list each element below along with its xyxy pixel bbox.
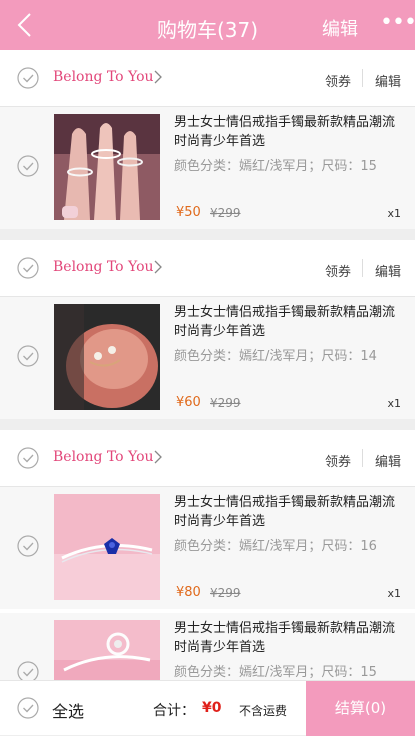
original-price: ¥299 <box>210 206 241 220</box>
shop-check-icon[interactable] <box>17 67 39 89</box>
product-image[interactable] <box>54 114 160 220</box>
coupon-button[interactable]: 领券 <box>325 261 351 280</box>
shop-edit-button[interactable]: 编辑 <box>375 71 401 90</box>
select-all-label[interactable]: 全选 <box>52 698 84 722</box>
total-label: 合计： <box>153 703 195 719</box>
product-title[interactable]: 男士女士情侣戒指手镯最新款精品潮流时尚青少年首选 <box>174 493 402 531</box>
product-attributes: 颜色分类：嫣红/浅军月；尺码：14 <box>174 349 377 364</box>
product-attributes: 颜色分类：嫣红/浅军月；尺码：15 <box>174 665 377 680</box>
cart-item[interactable]: 男士女士情侣戒指手镯最新款精品潮流时尚青少年首选 颜色分类：嫣红/浅军月；尺码：… <box>0 107 415 229</box>
item-check-icon[interactable] <box>17 535 39 557</box>
select-all-check-icon[interactable] <box>17 697 39 719</box>
divider <box>362 69 363 87</box>
cart-item[interactable]: 男士女士情侣戒指手镯最新款精品潮流时尚青少年首选 颜色分类：嫣红/浅军月；尺码：… <box>0 297 415 419</box>
edit-button[interactable]: 编辑 <box>322 15 358 41</box>
shop-check-icon[interactable] <box>17 447 39 469</box>
product-title[interactable]: 男士女士情侣戒指手镯最新款精品潮流时尚青少年首选 <box>174 113 402 151</box>
coupon-button[interactable]: 领券 <box>325 451 351 470</box>
checkout-button[interactable]: 结算(0) <box>306 681 415 736</box>
product-image[interactable] <box>54 494 160 600</box>
checkout-bar: 全选 合计： ¥0 不含运费 结算(0) <box>0 680 415 736</box>
shop-check-icon[interactable] <box>17 257 39 279</box>
chevron-right-icon[interactable] <box>152 258 164 276</box>
shop-group: Belong To You 领券 编辑 男士女士情侣戒指手镯最新款精品潮流时尚青… <box>0 240 415 419</box>
product-price: ¥60 <box>176 395 201 410</box>
shop-name[interactable]: Belong To You <box>53 259 154 275</box>
shipping-note: 不含运费 <box>239 704 288 718</box>
product-image[interactable] <box>54 304 160 410</box>
shop-edit-button[interactable]: 编辑 <box>375 261 401 280</box>
product-title[interactable]: 男士女士情侣戒指手镯最新款精品潮流时尚青少年首选 <box>174 303 402 341</box>
coupon-button[interactable]: 领券 <box>325 71 351 90</box>
shop-header: Belong To You 领券 编辑 <box>0 240 415 297</box>
quantity: x1 <box>387 207 401 220</box>
chevron-right-icon[interactable] <box>152 448 164 466</box>
divider <box>362 259 363 277</box>
product-title[interactable]: 男士女士情侣戒指手镯最新款精品潮流时尚青少年首选 <box>174 619 402 657</box>
shop-name[interactable]: Belong To You <box>53 449 154 465</box>
total-value: ¥0 <box>202 700 222 716</box>
product-price: ¥50 <box>176 205 201 220</box>
item-check-icon[interactable] <box>17 345 39 367</box>
product-price: ¥80 <box>176 585 201 600</box>
product-attributes: 颜色分类：嫣红/浅军月；尺码：15 <box>174 159 377 174</box>
original-price: ¥299 <box>210 396 241 410</box>
more-icon[interactable]: ••• <box>380 10 415 35</box>
chevron-right-icon[interactable] <box>152 68 164 86</box>
quantity: x1 <box>387 587 401 600</box>
quantity: x1 <box>387 397 401 410</box>
cart-item[interactable]: 男士女士情侣戒指手镯最新款精品潮流时尚青少年首选 颜色分类：嫣红/浅军月；尺码：… <box>0 487 415 609</box>
original-price: ¥299 <box>210 586 241 600</box>
shop-group: Belong To You 领券 编辑 男士女士情侣戒指手镯最新款精品潮流时尚青… <box>0 50 415 229</box>
shop-header: Belong To You 领券 编辑 <box>0 430 415 487</box>
shop-header: Belong To You 领券 编辑 <box>0 50 415 107</box>
divider <box>362 449 363 467</box>
item-check-icon[interactable] <box>17 155 39 177</box>
shop-edit-button[interactable]: 编辑 <box>375 451 401 470</box>
product-attributes: 颜色分类：嫣红/浅军月；尺码：16 <box>174 539 377 554</box>
shop-name[interactable]: Belong To You <box>53 69 154 85</box>
nav-bar: 购物车(37) 编辑 ••• <box>0 0 415 50</box>
